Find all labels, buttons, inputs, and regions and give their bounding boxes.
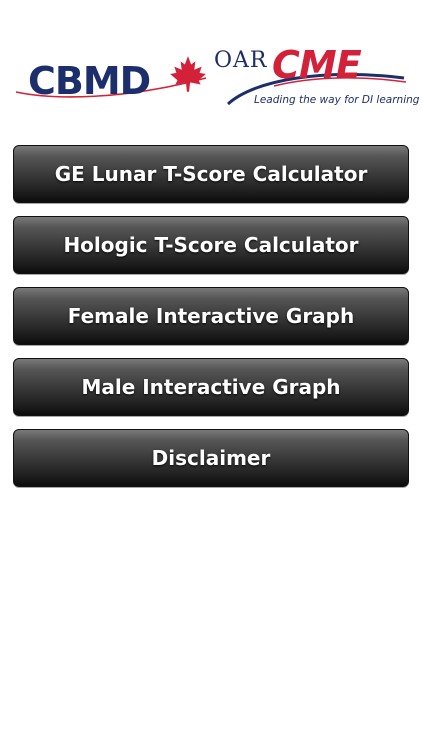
oar-cme-tagline: Leading the way for DI learning [254,94,420,106]
female-graph-button[interactable]: Female Interactive Graph [13,287,409,345]
hologic-calculator-button[interactable]: Hologic T-Score Calculator [13,216,409,274]
cbmd-logo: CBMD [14,48,214,114]
header-logos: CBMD OAR CME Leading the way for DI lear… [0,0,422,130]
disclaimer-button[interactable]: Disclaimer [13,429,409,487]
male-graph-button[interactable]: Male Interactive Graph [13,358,409,416]
oar-cme-logo: OAR CME Leading the way for DI learning [214,43,419,116]
maple-leaf-icon [170,56,206,92]
oar-logo-prefix: OAR [214,48,268,73]
ge-lunar-calculator-button[interactable]: GE Lunar T-Score Calculator [13,145,409,203]
cbmd-logo-text: CBMD [28,59,151,103]
main-menu: GE Lunar T-Score Calculator Hologic T-Sc… [13,145,409,500]
cme-logo-text: CME [272,43,362,87]
